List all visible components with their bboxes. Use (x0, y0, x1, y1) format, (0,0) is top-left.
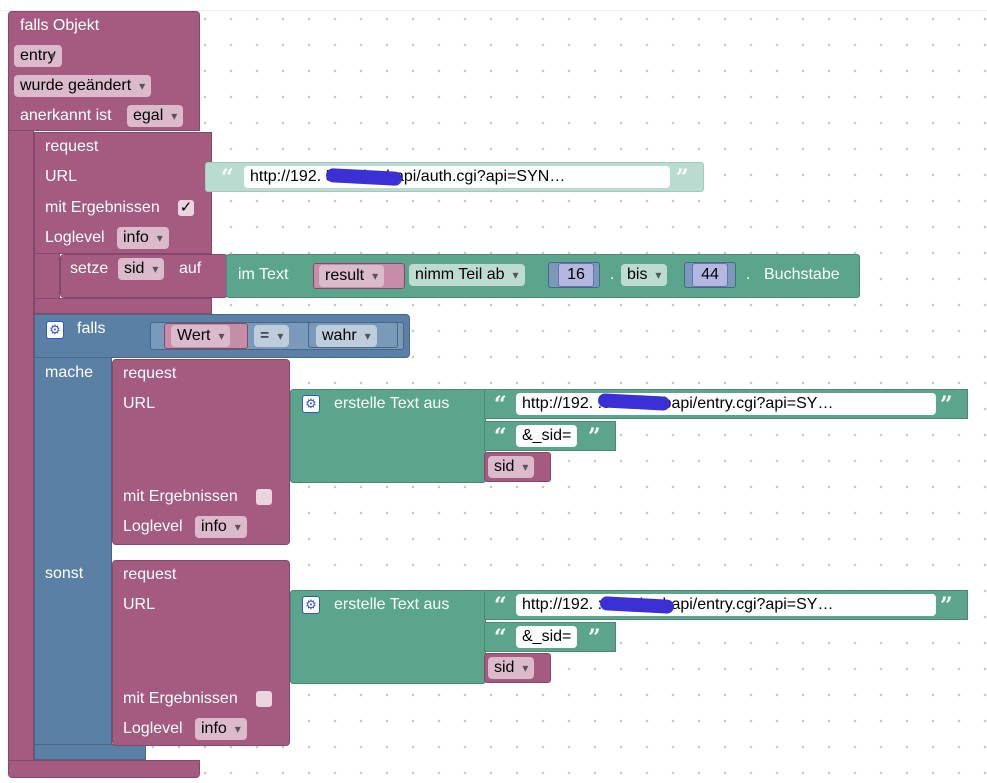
results-checkbox[interactable] (256, 691, 272, 707)
sonst-label: sonst (45, 565, 84, 582)
result-dropdown[interactable]: result (319, 265, 385, 287)
dot-label: . (610, 266, 615, 283)
if-block-bottom (34, 744, 146, 760)
request-block-auth-spine (34, 253, 60, 303)
url-label: URL (123, 395, 156, 412)
quote-close-icon: ” (940, 593, 953, 619)
request-label: request (45, 138, 99, 155)
join-label: erstelle Text aus (334, 395, 450, 412)
url-label: URL (45, 168, 78, 185)
setze-label: setze (70, 260, 109, 277)
loglevel-label: Loglevel (123, 720, 183, 737)
letter-label: Buchstabe (764, 266, 840, 283)
dot-label-2: . (746, 266, 751, 283)
sid-text-field[interactable]: &_sid= (516, 425, 578, 447)
quote-close-icon: ” (588, 625, 601, 651)
request-label: request (123, 365, 177, 382)
quote-close-icon: ” (588, 424, 601, 450)
quote-close-icon: ” (940, 392, 953, 418)
request-label: request (123, 566, 177, 583)
loglevel-label: Loglevel (45, 229, 105, 246)
sid-dropdown[interactable]: sid (488, 657, 535, 679)
trigger-block-bottom (8, 760, 200, 778)
results-label: mit Ergebnissen (45, 199, 160, 216)
quote-open-icon: “ (494, 424, 507, 450)
loglevel-dropdown[interactable]: info (195, 718, 247, 740)
workspace-top-edge (0, 0, 987, 11)
object-id-field[interactable]: entry (14, 45, 62, 67)
loglevel-dropdown[interactable]: info (195, 516, 247, 538)
ack-dropdown[interactable]: egal (127, 105, 184, 127)
number-to-field[interactable]: 44 (692, 263, 728, 287)
url-text-field[interactable]: http://192. :5000/webapi/entry.cgi?api=S… (516, 393, 936, 415)
substring-mode-dropdown[interactable]: nimm Teil ab (409, 264, 525, 286)
join-label: erstelle Text aus (334, 596, 450, 613)
trigger-block-spine (8, 130, 34, 762)
mache-label: mache (45, 364, 94, 381)
quote-open-icon: “ (494, 392, 507, 418)
boolean-dropdown[interactable]: wahr (316, 325, 377, 347)
quote-open-icon: “ (494, 593, 507, 619)
url-text-field[interactable]: http://192. 5000/webapi/auth.cgi?api=SYN… (244, 166, 670, 188)
url-label: URL (123, 596, 156, 613)
if-block-spine (34, 357, 112, 760)
results-label: mit Ergebnissen (123, 488, 238, 505)
results-checkbox-checked[interactable]: ✓ (178, 200, 194, 216)
sid-dropdown[interactable]: sid (488, 456, 535, 478)
gear-icon[interactable]: ⚙ (302, 596, 320, 614)
sid-text-field[interactable]: &_sid= (516, 626, 578, 648)
ack-label: anerkannt ist (20, 107, 112, 124)
variable-dropdown[interactable]: sid (118, 258, 165, 280)
results-checkbox[interactable] (256, 489, 272, 505)
results-label: mit Ergebnissen (123, 690, 238, 707)
change-mode-dropdown[interactable]: wurde geändert (14, 75, 152, 97)
im-text-label: im Text (238, 266, 289, 283)
number-from-field[interactable]: 16 (558, 263, 594, 287)
gear-icon[interactable]: ⚙ (46, 321, 64, 339)
loglevel-dropdown[interactable]: info (117, 227, 169, 249)
request-block-auth-bottom (34, 298, 212, 314)
auf-label: auf (179, 260, 202, 277)
quote-close-icon: ” (676, 165, 689, 191)
url-text-field[interactable]: http://192. :5000/webapi/entry.cgi?api=S… (516, 594, 936, 616)
loglevel-label: Loglevel (123, 518, 183, 535)
substring-end-dropdown[interactable]: bis (621, 264, 668, 286)
gear-icon[interactable]: ⚙ (302, 395, 320, 413)
wert-dropdown[interactable]: Wert (171, 325, 231, 347)
trigger-title: falls Objekt (20, 17, 100, 34)
quote-open-icon: “ (494, 625, 507, 651)
falls-label: falls (77, 320, 106, 337)
quote-open-icon: “ (221, 165, 234, 191)
operator-dropdown[interactable]: = (254, 325, 290, 347)
